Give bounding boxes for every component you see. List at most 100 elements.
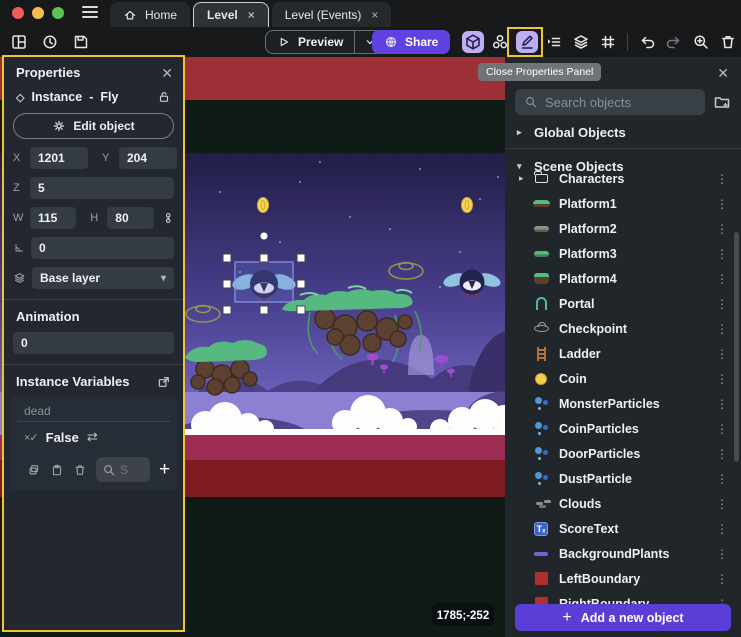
row-menu-icon[interactable]: ⋮ <box>713 472 731 486</box>
object-row-platform2[interactable]: Platform2 ⋮ <box>505 216 741 241</box>
add-variable-button[interactable]: + <box>159 460 170 479</box>
text-icon <box>531 522 551 536</box>
row-menu-icon[interactable]: ⋮ <box>713 272 731 286</box>
variable-value[interactable]: False <box>46 430 79 445</box>
objects-search-box[interactable] <box>515 89 705 115</box>
toggle-3d-button[interactable] <box>462 31 484 53</box>
open-variables-icon[interactable] <box>157 375 171 389</box>
object-row-leftboundary[interactable]: LeftBoundary ⋮ <box>505 566 741 591</box>
row-menu-icon[interactable]: ⋮ <box>713 447 731 461</box>
share-button[interactable]: Share <box>372 30 450 54</box>
row-menu-icon[interactable]: ⋮ <box>713 572 731 586</box>
objects-search-input[interactable] <box>545 95 696 110</box>
link-dimensions-icon[interactable] <box>162 211 174 225</box>
objects-scrollbar[interactable] <box>734 232 739 462</box>
object-row-scoretext[interactable]: ScoreText ⋮ <box>505 516 741 541</box>
delete-variable-icon[interactable] <box>73 463 87 477</box>
row-menu-icon[interactable]: ⋮ <box>713 522 731 536</box>
minimize-window-button[interactable] <box>32 7 44 19</box>
edit-object-button[interactable]: Edit object <box>13 113 174 139</box>
close-window-button[interactable] <box>12 7 24 19</box>
object-row-platform3[interactable]: Platform3 ⋮ <box>505 241 741 266</box>
tab-level[interactable]: Level × <box>193 2 269 27</box>
coin-sprite[interactable] <box>258 198 269 213</box>
close-tab-icon[interactable]: × <box>371 8 378 22</box>
row-menu-icon[interactable]: ⋮ <box>713 172 731 186</box>
add-object-button[interactable]: + Add a new object <box>515 604 731 631</box>
maximize-window-button[interactable] <box>52 7 64 19</box>
object-row-platform4[interactable]: Platform4 ⋮ <box>505 266 741 291</box>
x-input[interactable] <box>30 147 88 169</box>
preview-button[interactable]: Preview <box>265 30 386 54</box>
boundary-icon <box>531 572 551 585</box>
tab-level-events[interactable]: Level (Events) × <box>272 2 392 27</box>
history-button[interactable] <box>39 31 61 53</box>
copy-icon[interactable] <box>27 463 41 477</box>
object-row-checkpoint[interactable]: Checkpoint ⋮ <box>505 316 741 341</box>
grid-button[interactable] <box>597 31 619 53</box>
chevron-down-icon: ▾ <box>161 273 166 284</box>
object-row-dustparticle[interactable]: DustParticle ⋮ <box>505 466 741 491</box>
row-menu-icon[interactable]: ⋮ <box>713 497 731 511</box>
toggle-panels-button[interactable] <box>8 31 30 53</box>
row-menu-icon[interactable]: ⋮ <box>713 547 731 561</box>
row-menu-icon[interactable]: ⋮ <box>713 247 731 261</box>
toggle-value-icon[interactable]: ⇄ <box>87 429 98 445</box>
row-menu-icon[interactable]: ⋮ <box>713 422 731 436</box>
save-button[interactable] <box>70 31 92 53</box>
object-row-clouds[interactable]: Clouds ⋮ <box>505 491 741 516</box>
layers-button[interactable] <box>570 31 592 53</box>
panels-icon <box>10 33 28 51</box>
object-row-coin[interactable]: Coin ⋮ <box>505 366 741 391</box>
object-row-platform1[interactable]: Platform1 ⋮ <box>505 191 741 216</box>
checkpoint-icon <box>531 325 551 332</box>
x-label: X <box>13 152 24 164</box>
group-global-objects[interactable]: ▸ Global Objects <box>505 115 741 148</box>
variables-search-input[interactable] <box>120 463 144 477</box>
selection-box[interactable] <box>235 262 293 302</box>
object-row-backgroundplants[interactable]: BackgroundPlants ⋮ <box>505 541 741 566</box>
animation-input[interactable] <box>13 332 174 354</box>
undo-button[interactable] <box>636 31 658 53</box>
height-input[interactable] <box>107 207 153 229</box>
window-controls[interactable] <box>0 7 78 27</box>
row-menu-icon[interactable]: ⋮ <box>713 222 731 236</box>
zoom-in-button[interactable] <box>690 31 712 53</box>
close-tab-icon[interactable]: × <box>248 8 255 22</box>
object-row-doorparticles[interactable]: DoorParticles ⋮ <box>505 441 741 466</box>
main-area: 1785;-252 Properties ✕ ◇ Instance - Fly … <box>0 57 741 637</box>
instances-list-button[interactable] <box>543 31 565 53</box>
layer-dropdown[interactable]: Base layer ▾ <box>32 267 174 289</box>
y-input[interactable] <box>119 147 177 169</box>
row-menu-icon[interactable]: ⋮ <box>713 297 731 311</box>
close-properties-icon[interactable]: ✕ <box>161 66 173 80</box>
close-objects-panel-icon[interactable]: ✕ <box>717 66 729 80</box>
objects-editor-button[interactable] <box>489 31 511 53</box>
tab-home[interactable]: Home <box>110 2 190 27</box>
z-input[interactable] <box>30 177 174 199</box>
edit-properties-button[interactable] <box>516 31 538 53</box>
object-row-monsterparticles[interactable]: MonsterParticles ⋮ <box>505 391 741 416</box>
rotate-handle[interactable] <box>260 232 268 240</box>
variable-name[interactable]: dead <box>18 403 169 422</box>
row-menu-icon[interactable]: ⋮ <box>713 397 731 411</box>
object-row-portal[interactable]: Portal ⋮ <box>505 291 741 316</box>
width-input[interactable] <box>30 207 76 229</box>
add-folder-icon[interactable] <box>713 93 731 111</box>
expand-caret[interactable]: ▸ <box>519 173 531 184</box>
row-menu-icon[interactable]: ⋮ <box>713 197 731 211</box>
object-row-ladder[interactable]: Ladder ⋮ <box>505 341 741 366</box>
object-row-characters[interactable]: ▸ Characters ⋮ <box>505 166 741 191</box>
delete-button[interactable] <box>717 31 739 53</box>
row-menu-icon[interactable]: ⋮ <box>713 347 731 361</box>
redo-button[interactable] <box>663 31 685 53</box>
menu-icon[interactable] <box>78 6 110 27</box>
angle-input[interactable] <box>31 237 174 259</box>
object-row-coinparticles[interactable]: CoinParticles ⋮ <box>505 416 741 441</box>
paste-icon[interactable] <box>50 463 64 477</box>
coin-sprite[interactable] <box>462 198 473 213</box>
unlock-icon[interactable] <box>157 90 171 104</box>
variables-search[interactable] <box>96 457 150 482</box>
row-menu-icon[interactable]: ⋮ <box>713 372 731 386</box>
row-menu-icon[interactable]: ⋮ <box>713 322 731 336</box>
